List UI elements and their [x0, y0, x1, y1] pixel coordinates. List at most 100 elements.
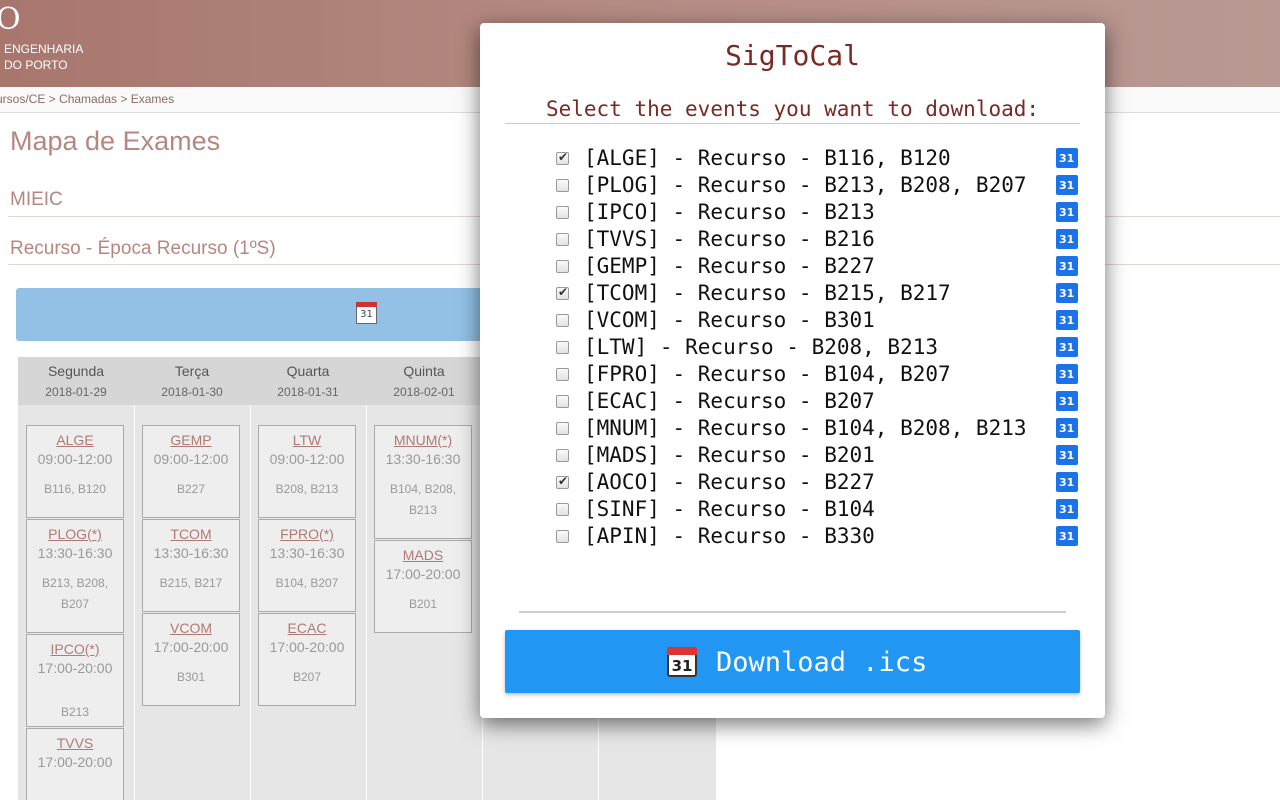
event-label: [TCOM] - Recurso - B215, B217: [584, 281, 951, 305]
event-row[interactable]: [MADS] - Recurso - B201 31: [554, 443, 1084, 470]
dialog-subtitle: Select the events you want to download:: [545, 97, 1040, 121]
logo-mark[interactable]: O: [0, 2, 21, 37]
google-calendar-icon[interactable]: 31: [1056, 526, 1078, 546]
event-row[interactable]: [PLOG] - Recurso - B213, B208, B207 31: [554, 173, 1084, 200]
google-calendar-icon[interactable]: 31: [1056, 499, 1078, 519]
google-calendar-icon[interactable]: 31: [1056, 472, 1078, 492]
google-calendar-icon[interactable]: 31: [1056, 148, 1078, 168]
exam-code-link[interactable]: TCOM: [143, 526, 239, 542]
event-checkbox[interactable]: [556, 179, 569, 192]
exam-time: 09:00-12:00: [37, 451, 113, 467]
day-date: 2018-02-01: [393, 385, 455, 399]
event-checkbox[interactable]: [556, 150, 569, 165]
google-calendar-icon[interactable]: 31: [1056, 364, 1078, 384]
google-calendar-icon[interactable]: 31: [1056, 310, 1078, 330]
logo-line-2: DO PORTO: [4, 58, 68, 72]
event-checkbox[interactable]: [556, 474, 569, 489]
exam-card: FPRO(*) 13:30-16:30 B104, B207: [258, 519, 356, 612]
google-calendar-icon[interactable]: 31: [1056, 337, 1078, 357]
google-calendar-icon[interactable]: 31: [1056, 391, 1078, 411]
event-checkbox[interactable]: [556, 368, 569, 381]
google-calendar-icon[interactable]: 31: [1056, 418, 1078, 438]
event-label: [ALGE] - Recurso - B116, B120: [584, 146, 951, 170]
event-row[interactable]: [VCOM] - Recurso - B301 31: [554, 308, 1084, 335]
event-label: [TVVS] - Recurso - B216: [584, 227, 875, 251]
event-row[interactable]: [LTW] - Recurso - B208, B213 31: [554, 335, 1084, 362]
exam-rooms: B208, B213: [275, 482, 339, 496]
exam-time: 13:30-16:30: [385, 451, 461, 467]
event-row[interactable]: [AOCO] - Recurso - B227 31: [554, 470, 1084, 497]
event-checkbox[interactable]: [556, 395, 569, 408]
exam-time: 17:00-20:00: [37, 754, 113, 770]
exam-code-link[interactable]: IPCO(*): [27, 641, 123, 657]
exam-card: VCOM 17:00-20:00 B301: [142, 613, 240, 706]
divider: [519, 611, 1066, 613]
event-row[interactable]: [ALGE] - Recurso - B116, B120 31: [554, 146, 1084, 173]
exam-code-link[interactable]: ALGE: [27, 432, 123, 448]
exam-code-link[interactable]: VCOM: [143, 620, 239, 636]
exam-time: 17:00-20:00: [269, 639, 345, 655]
google-calendar-icon[interactable]: 31: [1056, 256, 1078, 276]
event-row[interactable]: [ECAC] - Recurso - B207 31: [554, 389, 1084, 416]
google-calendar-icon[interactable]: 31: [1056, 445, 1078, 465]
event-checkbox[interactable]: [556, 233, 569, 246]
download-ics-button[interactable]: 31 Download .ics: [505, 630, 1080, 693]
event-row[interactable]: [MNUM] - Recurso - B104, B208, B213 31: [554, 416, 1084, 443]
event-checkbox[interactable]: [556, 341, 569, 354]
day-header: Terça 2018-01-30: [134, 357, 250, 405]
exam-time: 13:30-16:30: [153, 545, 229, 561]
day-header: Segunda 2018-01-29: [18, 357, 134, 405]
exam-rooms: B104, B208, B213: [389, 482, 457, 517]
event-checkbox[interactable]: [556, 314, 569, 327]
exam-card: PLOG(*) 13:30-16:30 B213, B208, B207: [26, 519, 124, 633]
exam-rooms: B116, B120: [44, 482, 106, 496]
event-checkbox[interactable]: [556, 260, 569, 273]
exam-code-link[interactable]: FPRO(*): [259, 526, 355, 542]
event-row[interactable]: [TVVS] - Recurso - B216 31: [554, 227, 1084, 254]
exam-card: TCOM 13:30-16:30 B215, B217: [142, 519, 240, 612]
exam-code-link[interactable]: PLOG(*): [27, 526, 123, 542]
google-calendar-icon[interactable]: 31: [1056, 202, 1078, 222]
exam-time: 17:00-20:00: [37, 660, 113, 676]
exam-code-link[interactable]: ECAC: [259, 620, 355, 636]
exam-card: TVVS 17:00-20:00: [26, 728, 124, 800]
exam-card: ALGE 09:00-12:00 B116, B120: [26, 425, 124, 518]
google-calendar-icon[interactable]: 31: [1056, 175, 1078, 195]
event-label: [MADS] - Recurso - B201: [584, 443, 875, 467]
event-row[interactable]: [GEMP] - Recurso - B227 31: [554, 254, 1084, 281]
exam-rooms: B301: [176, 670, 206, 684]
event-row[interactable]: [FPRO] - Recurso - B104, B207 31: [554, 362, 1084, 389]
event-checkbox[interactable]: [556, 449, 569, 462]
sigtocal-dialog: SigToCal Select the events you want to d…: [480, 23, 1105, 718]
day-name: Quinta: [403, 363, 445, 379]
event-label: [APIN] - Recurso - B330: [584, 524, 875, 548]
exam-rooms: B213: [60, 705, 90, 719]
exam-rooms: B207: [292, 670, 322, 684]
export-calendar-banner[interactable]: 31: [16, 288, 496, 341]
event-row[interactable]: [APIN] - Recurso - B330 31: [554, 524, 1084, 551]
event-checkbox[interactable]: [556, 422, 569, 435]
exam-code-link[interactable]: MNUM(*): [375, 432, 471, 448]
exam-rooms: B104, B207: [275, 576, 339, 590]
event-checkbox[interactable]: [556, 530, 569, 543]
breadcrumb-text[interactable]: ursos/CE > Chamadas > Exames: [0, 92, 174, 106]
download-button-label: Download .ics: [716, 647, 928, 678]
exam-code-link[interactable]: GEMP: [143, 432, 239, 448]
exam-code-link[interactable]: LTW: [259, 432, 355, 448]
event-label: [VCOM] - Recurso - B301: [584, 308, 875, 332]
google-calendar-icon[interactable]: 31: [1056, 229, 1078, 249]
day-header: Quinta 2018-02-01: [366, 357, 482, 405]
event-checkbox[interactable]: [556, 206, 569, 219]
exam-code-link[interactable]: MADS: [375, 547, 471, 563]
google-calendar-icon[interactable]: 31: [1056, 283, 1078, 303]
event-row[interactable]: [SINF] - Recurso - B104 31: [554, 497, 1084, 524]
day-date: 2018-01-31: [277, 385, 339, 399]
event-checkbox[interactable]: [556, 285, 569, 300]
event-checkbox[interactable]: [556, 503, 569, 516]
exam-rooms: B201: [408, 597, 438, 611]
event-row[interactable]: [TCOM] - Recurso - B215, B217 31: [554, 281, 1084, 308]
exam-code-link[interactable]: TVVS: [27, 735, 123, 751]
column-divider: [366, 405, 367, 800]
day-header: Quarta 2018-01-31: [250, 357, 366, 405]
event-row[interactable]: [IPCO] - Recurso - B213 31: [554, 200, 1084, 227]
